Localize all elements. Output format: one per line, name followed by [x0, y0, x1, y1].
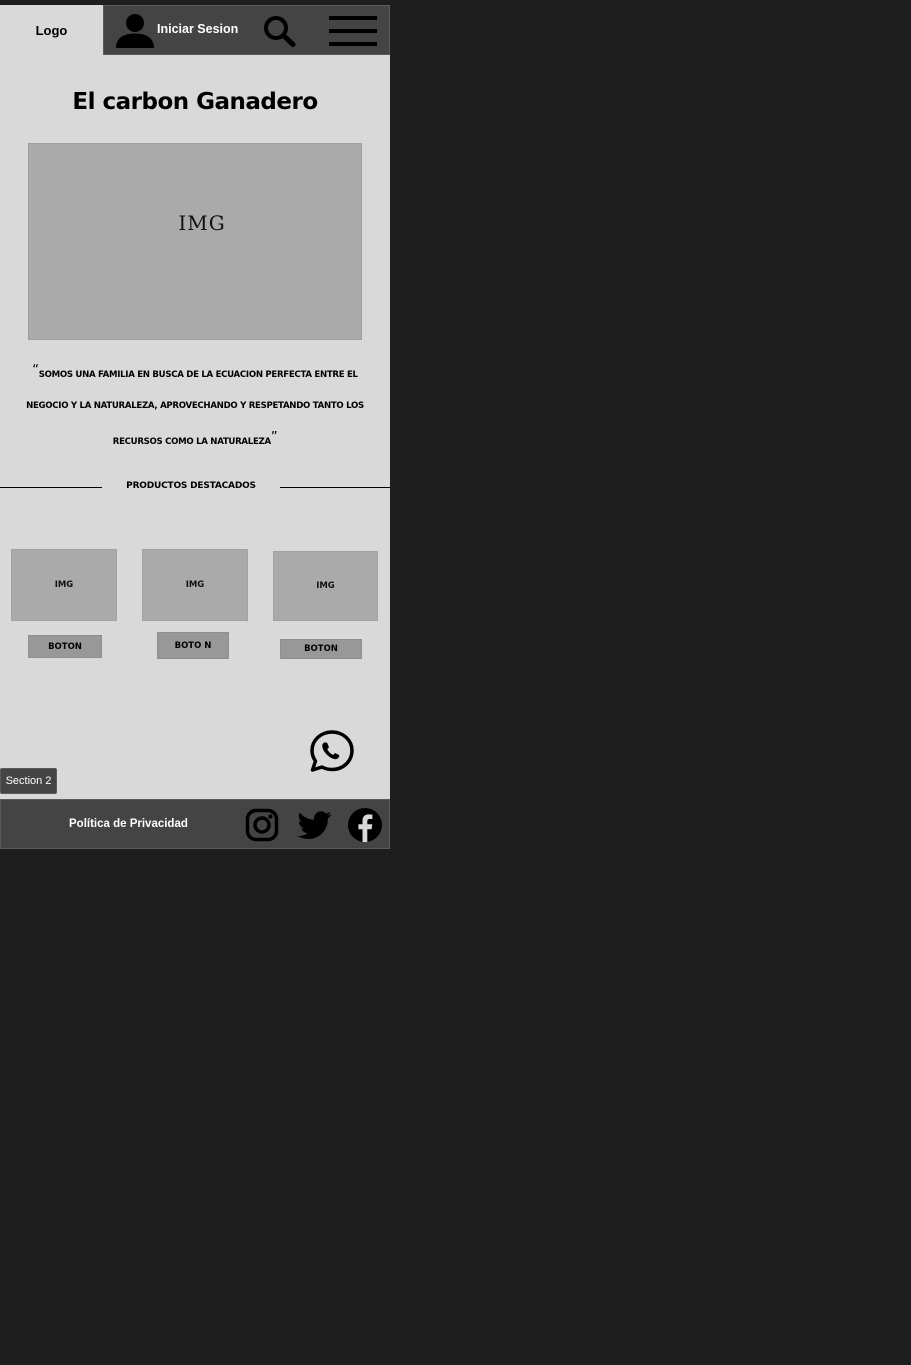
header-bar: Iniciar Sesion — [103, 5, 390, 55]
mobile-page: Logo Iniciar Sesion El carbon Ganadero I… — [0, 5, 390, 849]
mission-quote: “SOMOS UNA FAMILIA EN BUSCA DE LA ECUACI… — [10, 355, 380, 458]
privacy-policy-link[interactable]: Política de Privacidad — [69, 818, 188, 830]
product-button[interactable]: BOTO N — [157, 632, 229, 659]
product-image-placeholder[interactable]: IMG — [273, 551, 378, 621]
quote-close-mark: ” — [270, 430, 278, 445]
twitter-icon[interactable] — [296, 808, 334, 842]
search-icon[interactable] — [262, 15, 296, 47]
product-image-placeholder[interactable]: IMG — [11, 549, 117, 621]
hero-image-label: IMG — [178, 211, 226, 235]
hero-image-placeholder: IMG — [28, 143, 362, 340]
quote-text: SOMOS UNA FAMILIA EN BUSCA DE LA ECUACIO… — [26, 370, 364, 447]
divider-left — [0, 487, 102, 488]
product-image-placeholder[interactable]: IMG — [142, 549, 248, 621]
featured-products-heading: PRODUCTOS DESTACADOS — [126, 481, 256, 491]
page-title: El carbon Ganadero — [72, 89, 318, 115]
divider-right — [280, 487, 390, 488]
menu-icon[interactable] — [328, 14, 378, 48]
footer-bar: Política de Privacidad — [0, 799, 390, 849]
instagram-icon[interactable] — [245, 808, 279, 842]
whatsapp-icon[interactable] — [308, 729, 356, 773]
product-button[interactable]: BOTON — [28, 635, 102, 658]
login-link[interactable]: Iniciar Sesion — [157, 22, 238, 36]
product-button[interactable]: BOTON — [280, 639, 362, 659]
section-tag: Section 2 — [0, 768, 57, 794]
user-icon[interactable] — [115, 13, 155, 49]
facebook-icon[interactable] — [344, 807, 386, 843]
logo[interactable]: Logo — [0, 5, 103, 55]
